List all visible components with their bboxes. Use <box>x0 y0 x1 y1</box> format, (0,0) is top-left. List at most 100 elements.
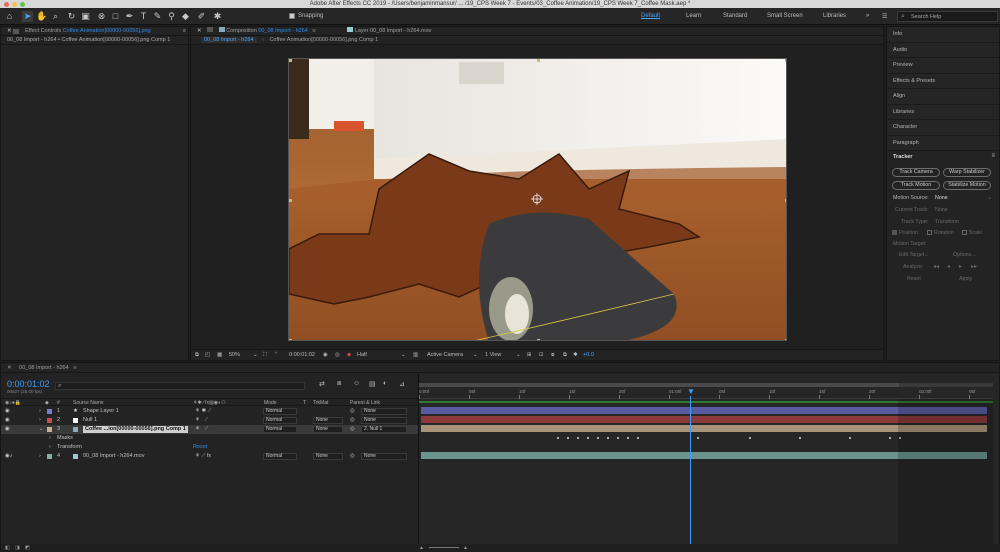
label-color-swatch[interactable] <box>47 427 52 432</box>
channel-icon[interactable]: ◆ <box>347 350 351 361</box>
edit-target-button[interactable]: Edit Target... <box>899 252 929 258</box>
preview-panel-tab[interactable]: Preview <box>887 58 999 74</box>
stabilize-motion-button[interactable]: Stabilize Motion <box>943 181 991 190</box>
workspace-learn[interactable]: Learn <box>686 13 701 19</box>
parent-select[interactable]: None <box>361 453 407 460</box>
view-layout-select[interactable]: 1 View <box>485 350 501 361</box>
panel-menu-icon[interactable]: ≡ <box>73 365 76 371</box>
exposure-value[interactable]: +0.0 <box>583 350 594 361</box>
warp-stabilizer-button[interactable]: Warp Stabilizer <box>943 168 991 177</box>
effects-presets-panel-tab[interactable]: Effects & Presets <box>887 73 999 89</box>
workspace-small-screen[interactable]: Small Screen <box>767 13 803 19</box>
pan-behind-tool-icon[interactable]: ⊗ <box>96 11 107 22</box>
playhead-handle-icon[interactable]: ▼ <box>687 388 695 396</box>
grid-icon[interactable]: ⊞ <box>527 350 532 361</box>
composition-viewer[interactable] <box>288 58 787 341</box>
breadcrumb-comp-2[interactable]: Coffee Animation[00000-00056].png Comp 1 <box>269 37 378 43</box>
keyframe-marker[interactable] <box>567 437 569 439</box>
column-mode[interactable]: Mode <box>264 399 277 407</box>
parent-select[interactable]: None <box>361 408 407 415</box>
label-column-icon[interactable]: ◆ <box>45 399 49 407</box>
av-features-icon[interactable]: ◉♪●🔒 <box>5 399 21 407</box>
composition-tab-label[interactable]: Composition <box>226 28 257 34</box>
graph-editor-icon[interactable]: ⊿ <box>399 380 405 388</box>
collapse-chevron-icon[interactable]: ⌄ <box>39 425 44 434</box>
motion-source-select[interactable]: None <box>935 195 948 201</box>
tracker-menu-icon[interactable]: ≡ <box>991 153 995 159</box>
motion-source-chevron-icon[interactable]: ⌄ <box>987 194 992 201</box>
workspace-default[interactable]: Default <box>641 13 660 19</box>
timeline-current-time[interactable]: 0:00:01:02 <box>7 379 50 389</box>
rectangle-tool-icon[interactable]: □ <box>110 11 121 22</box>
analyze-forward-frame-icon[interactable]: ▸ <box>959 263 962 270</box>
layer-row-4[interactable]: ◉♪ › 4 00_08 Import - h264.mov ⚘ ⟋ fx No… <box>1 452 418 461</box>
zoom-tool-icon[interactable]: ⌕ <box>50 11 61 22</box>
analyze-back-icon[interactable]: ◂◂ <box>933 263 939 270</box>
close-panel-icon[interactable]: ✕ <box>7 28 12 34</box>
options-button[interactable]: Options... <box>953 252 976 258</box>
fast-preview-icon[interactable]: ▥ <box>413 350 418 361</box>
mode-select[interactable]: Normal <box>263 426 297 433</box>
keyframe-marker[interactable] <box>697 437 699 439</box>
close-panel-icon[interactable]: ✕ <box>7 365 12 371</box>
parent-pickwhip-icon[interactable]: ◎ <box>350 425 355 434</box>
transparency-grid-icon[interactable]: ▦ <box>217 350 222 361</box>
transform-reset-link[interactable]: Reset <box>193 443 207 452</box>
roto-brush-tool-icon[interactable]: ✐ <box>196 11 207 22</box>
reset-button[interactable]: Reset <box>907 276 921 282</box>
layer-panel-tab[interactable]: Layer 00_08 Import - h264.mov <box>355 28 432 34</box>
keyframe-marker[interactable] <box>607 437 609 439</box>
lock-icon[interactable] <box>207 27 214 32</box>
keyframe-marker[interactable] <box>749 437 751 439</box>
mode-select[interactable]: Normal <box>263 408 297 415</box>
trkmat-select[interactable]: None <box>313 426 343 433</box>
lock-icon[interactable] <box>13 29 19 34</box>
mode-select[interactable]: Normal <box>263 453 297 460</box>
guides-icon[interactable]: ⊡ <box>539 350 544 361</box>
flowchart-icon[interactable]: ⧉ <box>563 350 567 361</box>
expand-chevron-icon[interactable]: › <box>49 434 51 443</box>
search-help-input[interactable]: Search Help <box>911 14 941 20</box>
parent-pickwhip-icon[interactable]: ◎ <box>350 452 355 461</box>
character-panel-tab[interactable]: Character <box>887 120 999 136</box>
effect-controls-layer-name[interactable]: Coffee Animation[00000-00056].png <box>63 28 151 34</box>
track-motion-button[interactable]: Track Motion <box>892 181 940 190</box>
analyze-back-frame-icon[interactable]: ◂ <box>947 263 950 270</box>
shy-layers-icon[interactable]: ☺ <box>353 380 360 387</box>
resolution-select[interactable]: Half <box>357 350 367 361</box>
visibility-audio-icons[interactable]: ◉♪ <box>5 452 13 461</box>
timeline-tab[interactable]: ✕ 00_08 Import - h264 ≡ <box>1 363 999 373</box>
rotate-tool-icon[interactable]: ↻ <box>66 11 77 22</box>
layer-switches[interactable]: ⚘ ✱ ⟋ <box>195 407 211 416</box>
3d-draft-icon[interactable]: ⧈ <box>551 350 555 361</box>
hand-tool-icon[interactable]: ✋ <box>36 11 47 22</box>
snapping-checkbox[interactable] <box>289 13 295 19</box>
snapshot-icon[interactable]: ◉ <box>323 350 328 361</box>
timeline-tab-label[interactable]: 00_08 Import - h264 <box>19 365 69 371</box>
resolution-chevron-icon[interactable]: ⌄ <box>401 350 406 361</box>
keyframe-marker[interactable] <box>557 437 559 439</box>
track-camera-button[interactable]: Track Camera <box>892 168 940 177</box>
roi-icon[interactable]: ⌜ <box>275 350 278 361</box>
layer-name[interactable]: 00_08 Import - h264.mov <box>83 452 144 461</box>
pen-tool-icon[interactable]: ✒ <box>124 11 135 22</box>
show-snapshot-icon[interactable]: ◎ <box>335 350 340 361</box>
panel-menu-icon[interactable]: ≡ <box>312 28 315 34</box>
layer-switches[interactable]: ⚘ ⟋ <box>195 425 208 434</box>
composition-tab-name[interactable]: 00_08 Import - h264 <box>258 28 308 34</box>
info-panel-tab[interactable]: Info <box>887 27 999 43</box>
time-graph[interactable]: 0:00f 05f 10f 15f 20f 01:00f 05f 10f 15f 20f 02:00… <box>419 374 999 544</box>
keyframe-marker[interactable] <box>627 437 629 439</box>
close-window-button[interactable] <box>4 1 9 7</box>
libraries-panel-tab[interactable]: Libraries <box>887 104 999 120</box>
layer-name[interactable]: Null 1 <box>83 416 97 425</box>
breadcrumb-comp-1[interactable]: 00_08 Import - h264 <box>201 37 257 43</box>
view-chevron-icon[interactable]: ⌄ <box>516 350 521 361</box>
keyframe-marker[interactable] <box>597 437 599 439</box>
trkmat-select[interactable]: None <box>313 417 343 424</box>
keyframe-marker[interactable] <box>889 437 891 439</box>
current-track-select[interactable]: None <box>935 207 948 213</box>
clone-stamp-tool-icon[interactable]: ⚲ <box>166 11 177 22</box>
scale-checkbox[interactable] <box>962 230 967 235</box>
expand-chevron-icon[interactable]: › <box>39 452 41 461</box>
